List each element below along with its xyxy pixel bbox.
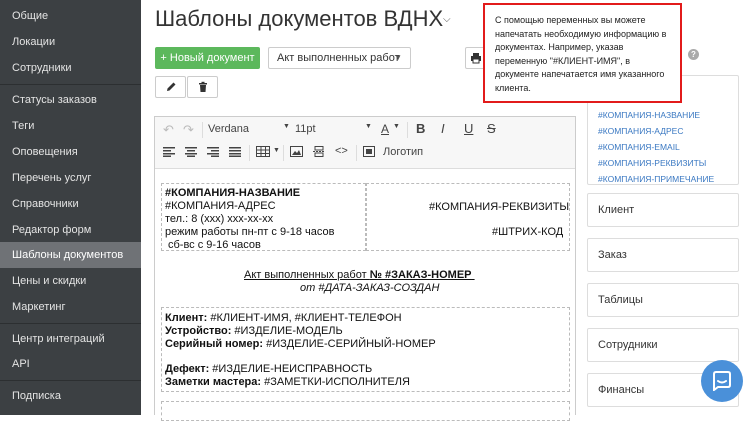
question-icon[interactable]: ?: [688, 49, 699, 60]
document-select[interactable]: Акт выполненных работ ▼: [268, 47, 411, 69]
chevron-down-icon: ▼: [365, 123, 372, 130]
variables-tooltip: С помощью переменных вы можете напечатат…: [483, 3, 682, 103]
font-family-select[interactable]: Verdana: [208, 123, 249, 135]
document-select-value: Акт выполненных работ: [277, 52, 400, 64]
delete-button[interactable]: [187, 76, 218, 98]
new-document-button[interactable]: + Новый документ: [155, 47, 260, 69]
act-title-prefix: Акт выполненных работ: [244, 269, 370, 281]
sidebar-item-employees[interactable]: Сотрудники: [0, 55, 141, 81]
redo-icon[interactable]: ↷: [183, 122, 194, 138]
bold-button[interactable]: B: [416, 121, 425, 136]
act-title: Акт выполненных работ № #ЗАКАЗ-НОМЕР: [244, 269, 475, 282]
align-center-icon[interactable]: [185, 147, 197, 160]
table-cell[interactable]: [161, 401, 570, 421]
printer-icon: [471, 53, 481, 64]
toolbar-divider: [283, 145, 284, 161]
font-size-select[interactable]: 11pt: [295, 123, 316, 135]
company-requisites-var: #КОМПАНИЯ-РЕКВИЗИТЫ: [429, 201, 570, 213]
company-phone: тел.: 8 (xxx) xxx-xx-xx: [165, 213, 274, 225]
sidebar-divider: [0, 380, 141, 381]
image-icon[interactable]: [290, 146, 303, 160]
pencil-icon: [166, 82, 175, 91]
sidebar-item-subscription[interactable]: Подписка: [0, 383, 141, 409]
sidebar-item-form-editor[interactable]: Редактор форм: [0, 217, 141, 243]
variable-link[interactable]: #КОМПАНИЯ-АДРЕС: [598, 126, 683, 136]
logo-icon[interactable]: [363, 146, 375, 160]
chevron-down-icon: ▼: [283, 123, 290, 130]
chevron-down-icon[interactable]: ⌵: [443, 14, 451, 25]
table-icon[interactable]: [256, 146, 270, 160]
sidebar-item-doc-templates[interactable]: Шаблоны документов: [0, 242, 141, 268]
sidebar-item-api[interactable]: API: [0, 351, 141, 377]
working-hours-weekend: сб-вс с 9-16 часов: [168, 239, 261, 251]
sidebar-item-general[interactable]: Общие: [0, 3, 141, 29]
sidebar-item-prices[interactable]: Цены и скидки: [0, 268, 141, 294]
chevron-down-icon: ▼: [394, 53, 402, 62]
section-client[interactable]: Клиент: [587, 193, 739, 227]
sidebar-item-marketing[interactable]: Маркетинг: [0, 294, 141, 320]
serial-line: Серийный номер: #ИЗДЕЛИЕ-СЕРИЙНЫЙ-НОМЕР: [165, 338, 436, 350]
act-title-number: № #ЗАКАЗ-НОМЕР: [369, 269, 472, 281]
underline-button[interactable]: U: [464, 121, 473, 136]
sidebar-item-integrations[interactable]: Центр интеграций: [0, 326, 141, 352]
chat-icon: [713, 371, 731, 391]
undo-icon[interactable]: ↶: [163, 122, 174, 138]
italic-button[interactable]: I: [441, 121, 445, 136]
sidebar-item-tags[interactable]: Теги: [0, 113, 141, 139]
sidebar-item-notifications[interactable]: Оповещения: [0, 139, 141, 165]
sidebar-item-services[interactable]: Перечень услуг: [0, 165, 141, 191]
defect-line: Дефект: #ИЗДЕЛИЕ-НЕИСПРАВНОСТЬ: [165, 363, 373, 375]
device-line: Устройство: #ИЗДЕЛИЕ-МОДЕЛЬ: [165, 325, 343, 337]
barcode-var: #ШТРИХ-КОД: [492, 226, 564, 238]
document-editor[interactable]: ↶ ↷ Verdana ▼ 11pt ▼ A ▼ B I U S ▼ <> Ло…: [154, 116, 576, 421]
sidebar-item-order-statuses[interactable]: Статусы заказов: [0, 87, 141, 113]
sidebar-item-directories[interactable]: Справочники: [0, 191, 141, 217]
align-right-icon[interactable]: [207, 147, 219, 160]
act-date: от #ДАТА-ЗАКАЗ-СОЗДАН: [300, 282, 440, 294]
code-view-button[interactable]: <>: [335, 145, 348, 157]
sidebar-divider: [0, 84, 141, 85]
section-employees[interactable]: Сотрудники: [587, 328, 739, 362]
strikethrough-button[interactable]: S: [487, 121, 496, 136]
variable-link[interactable]: #КОМПАНИЯ-ПРИМЕЧАНИЕ: [598, 174, 714, 184]
chevron-down-icon: ▼: [393, 123, 400, 130]
working-hours-weekday: режим работы пн-пт с 9-18 часов: [165, 226, 335, 238]
client-line: Клиент: #КЛИЕНТ-ИМЯ, #КЛИЕНТ-ТЕЛЕФОН: [165, 312, 402, 324]
requisites-cell[interactable]: [366, 183, 570, 251]
sidebar-item-locations[interactable]: Локации: [0, 29, 141, 55]
trash-icon: [198, 81, 207, 92]
main-content: Шаблоны документов ВДНХ ⌵ + Новый докуме…: [141, 0, 750, 421]
page-break-icon[interactable]: [313, 146, 325, 160]
logo-button[interactable]: Логотип: [383, 146, 423, 158]
variable-link[interactable]: #КОМПАНИЯ-НАЗВАНИЕ: [598, 110, 700, 120]
editor-toolbar: ↶ ↷ Verdana ▼ 11pt ▼ A ▼ B I U S ▼ <> Ло…: [155, 117, 575, 169]
toolbar-divider: [202, 122, 203, 138]
company-name-var: #КОМПАНИЯ-НАЗВАНИЕ: [165, 187, 301, 199]
sidebar-divider: [0, 323, 141, 324]
align-left-icon[interactable]: [163, 147, 175, 160]
sidebar: Общие Локации Сотрудники Статусы заказов…: [0, 0, 141, 415]
align-justify-icon[interactable]: [229, 147, 241, 160]
notes-line: Заметки мастера: #ЗАМЕТКИ-ИСПОЛНИТЕЛЯ: [165, 376, 410, 388]
toolbar-divider: [407, 122, 408, 138]
chat-button[interactable]: [701, 360, 743, 402]
section-order[interactable]: Заказ: [587, 238, 739, 272]
company-address-var: #КОМПАНИЯ-АДРЕС: [165, 200, 276, 212]
chevron-down-icon: ▼: [273, 147, 280, 154]
variable-link[interactable]: #КОМПАНИЯ-РЕКВИЗИТЫ: [598, 158, 706, 168]
font-color-button[interactable]: A: [381, 122, 389, 136]
section-tables[interactable]: Таблицы: [587, 283, 739, 317]
page-title: Шаблоны документов ВДНХ: [155, 6, 444, 31]
toolbar-divider: [356, 145, 357, 161]
variable-link[interactable]: #КОМПАНИЯ-EMAIL: [598, 142, 680, 152]
edit-button[interactable]: [155, 76, 186, 98]
toolbar-divider: [249, 145, 250, 161]
